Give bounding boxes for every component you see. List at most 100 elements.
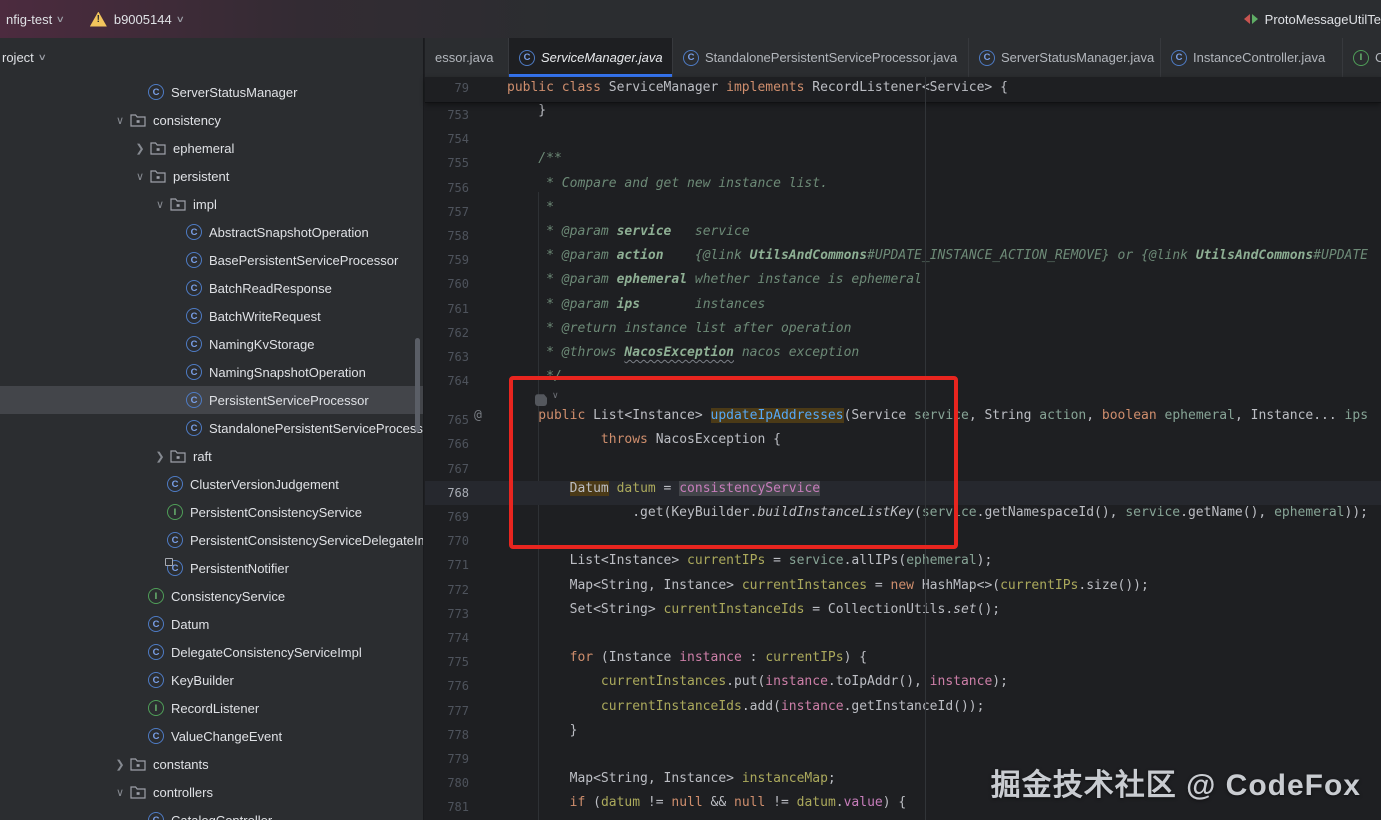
code-line-text: .get(KeyBuilder.buildInstanceListKey(ser…	[507, 505, 1368, 520]
tree-item-raft[interactable]: ❯ raft	[0, 442, 423, 470]
tree-item-KeyBuilder[interactable]: CKeyBuilder	[0, 666, 423, 694]
tree-item-constants[interactable]: ❯constants	[0, 750, 423, 778]
run-config-icon	[1244, 14, 1258, 24]
class-icon: C	[167, 476, 183, 492]
code-line-760: 760 * @param ephemeral whether instance …	[425, 272, 1381, 296]
line-number: 768	[425, 481, 469, 505]
tree-item-DelegateConsistencyServiceImpl[interactable]: CDelegateConsistencyServiceImpl	[0, 638, 423, 666]
code-line-765: 765@ public List<Instance> updateIpAddre…	[425, 408, 1381, 432]
tree-item-StandalonePersistentServiceProcessor[interactable]: CStandalonePersistentServiceProcessor	[0, 414, 423, 442]
tree-item-ConsistencyService[interactable]: IConsistencyService	[0, 582, 423, 610]
tree-item-PersistentNotifier[interactable]: CPersistentNotifier	[0, 554, 423, 582]
chevron-down-icon[interactable]: ∨	[552, 390, 559, 401]
editor-tab-bar[interactable]: essor.javaCServiceManager.java×CStandalo…	[425, 38, 1381, 77]
code-line-text: *	[507, 200, 554, 215]
tree-item-BatchWriteRequest[interactable]: C BatchWriteRequest	[0, 302, 423, 330]
code-line-text: }	[507, 723, 577, 738]
chevron-down-icon[interactable]: ∨	[110, 114, 130, 127]
editor-tab-StandalonePersistentServiceProcessor.java[interactable]: CStandalonePersistentServiceProcessor.ja…	[673, 38, 969, 77]
editor-tab-ServiceManager.java[interactable]: CServiceManager.java×	[509, 38, 673, 77]
tab-label: C	[1375, 50, 1381, 65]
code-line-text: }	[507, 103, 546, 118]
code-vision-inlay[interactable]: ∨	[425, 393, 1381, 408]
class-icon: C	[186, 420, 202, 436]
chevron-down-icon[interactable]: ∨	[110, 786, 130, 799]
tree-item-label: persistent	[173, 169, 229, 184]
line-number: 771	[425, 553, 469, 577]
code-line-769: 769 .get(KeyBuilder.buildInstanceListKey…	[425, 505, 1381, 529]
code-line-761: 761 * @param ips instances	[425, 297, 1381, 321]
code-line-text: * Compare and get new instance list.	[507, 176, 828, 191]
code-line-772: 772 Map<String, Instance> currentInstanc…	[425, 578, 1381, 602]
chevron-right-icon[interactable]: ❯	[130, 142, 150, 155]
line-number: 761	[425, 297, 469, 321]
code-line-text: * @return instance list after operation	[507, 321, 851, 336]
code-line-text: public List<Instance> updateIpAddresses(…	[507, 408, 1368, 423]
class-icon: C	[186, 364, 202, 380]
tree-item-consistency[interactable]: ∨ consistency	[0, 106, 423, 134]
gutter-annotation-icon[interactable]: @	[474, 408, 482, 423]
code-line-text: currentInstanceIds.add(instance.getInsta…	[507, 699, 984, 714]
tree-item-PersistentConsistencyService[interactable]: IPersistentConsistencyService	[0, 498, 423, 526]
tree-item-ValueChangeEvent[interactable]: CValueChangeEvent	[0, 722, 423, 750]
tree-item-label: raft	[193, 449, 212, 464]
tree-item-persistent[interactable]: ∨ persistent	[0, 162, 423, 190]
line-number: 763	[425, 345, 469, 369]
tree-item-BasePersistentServiceProcessor[interactable]: CBasePersistentServiceProcessor	[0, 246, 423, 274]
line-number: 753	[425, 103, 469, 127]
code-line-text: Map<String, Instance> instanceMap;	[507, 771, 836, 786]
code-editor[interactable]: 753 }754755 /**756 * Compare and get new…	[425, 103, 1381, 820]
line-number: 779	[425, 747, 469, 771]
tree-item-ephemeral[interactable]: ❯ ephemeral	[0, 134, 423, 162]
tree-item-BatchReadResponse[interactable]: CBatchReadResponse	[0, 274, 423, 302]
class-icon: C	[148, 644, 164, 660]
project-tree[interactable]: CServerStatusManager ∨ consistency ❯ ephemer…	[0, 78, 423, 820]
tree-item-impl[interactable]: ∨impl	[0, 190, 423, 218]
inlay-icon[interactable]	[535, 394, 547, 406]
tree-item-ServerStatusManager[interactable]: CServerStatusManager	[0, 78, 423, 106]
tree-item-PersistentConsistencyServiceDelegateImpl[interactable]: CPersistentConsistencyServiceDelegateImp…	[0, 526, 423, 554]
tree-item-PersistentServiceProcessor[interactable]: CPersistentServiceProcessor	[0, 386, 423, 414]
tree-item-CatalogController[interactable]: CCatalogController	[0, 806, 423, 820]
chevron-right-icon[interactable]: ❯	[110, 758, 130, 771]
tree-item-label: BatchWriteRequest	[209, 309, 321, 324]
class-icon: C	[186, 308, 202, 324]
tree-item-ClusterVersionJudgement[interactable]: CClusterVersionJudgement	[0, 470, 423, 498]
editor-tab-essor.java[interactable]: essor.java	[425, 38, 509, 77]
chevron-down-icon[interactable]: ∨	[150, 198, 170, 211]
editor-tab-C[interactable]: IC	[1343, 38, 1381, 77]
tree-item-RecordListener[interactable]: IRecordListener	[0, 694, 423, 722]
code-line-775: 775 for (Instance instance : currentIPs)…	[425, 650, 1381, 674]
editor-tab-InstanceController.java[interactable]: CInstanceController.java	[1161, 38, 1343, 77]
run-configuration-widget[interactable]: ProtoMessageUtilTe	[1244, 12, 1381, 27]
tree-item-label: CatalogController	[171, 813, 272, 820]
code-line-753: 753 }	[425, 103, 1381, 127]
code-line-text: currentInstances.put(instance.toIpAddr()…	[507, 674, 1008, 689]
chevron-right-icon[interactable]: ❯	[150, 450, 170, 463]
tree-item-controllers[interactable]: ∨controllers	[0, 778, 423, 806]
chevron-down-icon[interactable]: ∨	[130, 170, 150, 183]
class-icon: C	[1171, 50, 1187, 66]
project-panel-header[interactable]: roject ∨	[0, 38, 423, 76]
project-combo[interactable]: nfig-test ∨	[0, 6, 70, 32]
code-line-text: * @param ips instances	[507, 297, 765, 312]
tree-item-NamingSnapshotOperation[interactable]: CNamingSnapshotOperation	[0, 358, 423, 386]
vcs-branch-widget[interactable]: b9005144 ∨	[84, 6, 189, 32]
ide-window: nfig-test ∨ b9005144 ∨ ProtoMessageUtilT…	[0, 0, 1381, 820]
editor-tab-ServerStatusManager.java[interactable]: CServerStatusManager.java	[969, 38, 1161, 77]
project-panel: roject ∨ CServerStatusManager ∨ consistenc…	[0, 38, 424, 820]
tree-item-label: BasePersistentServiceProcessor	[209, 253, 398, 268]
code-line-768: 768 Datum datum = consistencyService	[425, 481, 1381, 505]
code-line-777: 777 currentInstanceIds.add(instance.getI…	[425, 699, 1381, 723]
tree-item-AbstractSnapshotOperation[interactable]: CAbstractSnapshotOperation	[0, 218, 423, 246]
tree-item-NamingKvStorage[interactable]: CNamingKvStorage	[0, 330, 423, 358]
line-number: 756	[425, 176, 469, 200]
tree-item-label: ephemeral	[173, 141, 234, 156]
chevron-down-icon: ∨	[37, 52, 46, 63]
tree-item-Datum[interactable]: CDatum	[0, 610, 423, 638]
tree-scrollbar-thumb[interactable]	[415, 338, 420, 432]
main-toolbar: nfig-test ∨ b9005144 ∨ ProtoMessageUtilT…	[0, 0, 1381, 38]
tree-item-label: consistency	[153, 113, 221, 128]
code-line-text: List<Instance> currentIPs = service.allI…	[507, 553, 992, 568]
code-line-754: 754	[425, 127, 1381, 151]
